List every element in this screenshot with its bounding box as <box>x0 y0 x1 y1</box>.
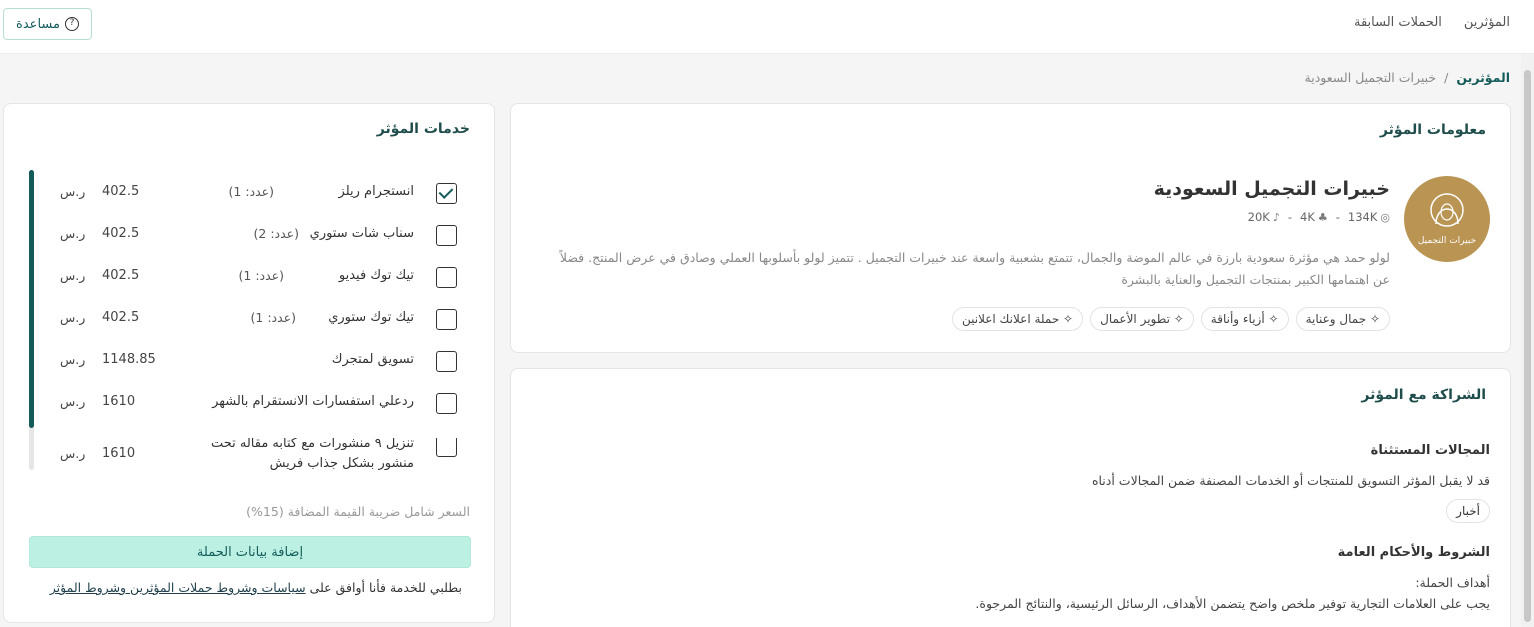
beauty-logo-icon <box>1430 193 1464 227</box>
terms-link[interactable]: سياسات وشروط حملات المؤثرين وشروط المؤثر <box>50 580 306 595</box>
page-scrollbar-thumb[interactable] <box>1524 70 1531 622</box>
service-count: (عدد: 2) <box>253 226 300 241</box>
service-name: تيك توك ستوري <box>328 310 414 325</box>
service-row[interactable]: انستجرام ريلز (عدد: 1) 402.5 ر.س <box>44 178 474 212</box>
terms-prefix: بطلبي للخدمة فأنا أوافق على <box>309 580 462 595</box>
stat-value: 134K <box>1347 210 1378 224</box>
stat-separator: - <box>1335 210 1340 224</box>
instagram-icon: ◎ <box>1380 210 1390 224</box>
service-currency: ر.س <box>60 394 86 409</box>
service-currency: ر.س <box>60 226 86 241</box>
tag-label: تطوير الأعمال <box>1100 312 1170 326</box>
service-currency: ر.س <box>60 310 86 325</box>
services-scroll-thumb[interactable] <box>29 170 34 428</box>
service-currency: ر.س <box>60 268 86 283</box>
nav-past-campaigns-link[interactable]: الحملات السابقة <box>1354 15 1442 30</box>
stat-separator: - <box>1287 210 1292 224</box>
influencer-stats: ◎ 134K - ♣ 4K - ♪ 20K <box>1248 210 1390 224</box>
service-price: 1610 <box>102 446 136 461</box>
service-checkbox[interactable] <box>436 393 457 414</box>
add-campaign-data-button[interactable]: إضافة بيانات الحملة <box>29 536 471 568</box>
tag-label: أزياء وأناقة <box>1210 312 1265 326</box>
help-label: مساعدة <box>16 16 60 32</box>
campaign-goals-label: أهداف الحملة: <box>1415 575 1490 590</box>
terms-agreement: بطلبي للخدمة فأنا أوافق على سياسات وشروط… <box>50 580 462 595</box>
service-count: (عدد: 1) <box>238 268 285 283</box>
tag-label: جمال وعناية <box>1305 312 1367 326</box>
partnership-title: الشراكة مع المؤثر <box>1361 387 1486 403</box>
service-name: سناب شات ستوري <box>309 226 414 241</box>
service-checkbox[interactable] <box>436 351 457 372</box>
service-price: 402.5 <box>102 310 140 325</box>
stat-value: 20K <box>1247 210 1270 224</box>
service-count: (عدد: 1) <box>250 310 297 325</box>
breadcrumb-separator: / <box>1444 70 1449 85</box>
services-title: خدمات المؤثر <box>376 121 470 137</box>
service-checkbox[interactable] <box>436 267 457 288</box>
tag[interactable]: ✧ جمال وعناية <box>1295 307 1390 331</box>
service-name: تيك توك فيديو <box>338 268 414 283</box>
service-price: 402.5 <box>102 268 140 283</box>
help-button[interactable]: ? مساعدة <box>3 8 92 40</box>
tag[interactable]: ✧ أزياء وأناقة <box>1200 307 1289 331</box>
service-name: تنزيل ٩ منشورات مع كتابه مقاله تحت منشور… <box>210 438 414 470</box>
question-icon: ? <box>64 17 79 31</box>
nav-influencers-link[interactable]: المؤثرين <box>1464 15 1510 30</box>
service-checkbox[interactable] <box>436 225 457 246</box>
service-row[interactable]: سناب شات ستوري (عدد: 2) 402.5 ر.س <box>44 220 474 254</box>
tag[interactable]: ✧ حملة اعلانك اعلانين <box>951 307 1084 331</box>
influencer-bio: لولو حمد هي مؤثرة سعودية بارزة في عالم ا… <box>559 250 1390 287</box>
stat-instagram: ◎ 134K <box>1348 210 1390 224</box>
snapchat-icon: ♣ <box>1317 210 1328 224</box>
tiktok-icon: ♪ <box>1272 210 1280 224</box>
service-name: ردعلي استفسارات الانستقرام بالشهر <box>212 394 414 409</box>
service-currency: ر.س <box>60 446 86 461</box>
service-price: 402.5 <box>102 226 140 241</box>
service-row[interactable]: ردعلي استفسارات الانستقرام بالشهر 1610 ر… <box>44 388 474 422</box>
stat-tiktok: ♪ 20K <box>1248 210 1280 224</box>
top-nav: المؤثرين الحملات السابقة <box>1354 15 1510 30</box>
partnership-card: الشراكة مع المؤثر المجالات المستثناة قد … <box>510 368 1511 627</box>
campaign-goals-text: يجب على العلامات التجارية توفير ملخص واض… <box>975 596 1490 611</box>
service-count: (عدد: 1) <box>228 184 275 199</box>
influencer-name: خبيرات التجميل السعودية <box>1153 178 1390 200</box>
tag-label: حملة اعلانك اعلانين <box>961 312 1060 326</box>
service-price: 1610 <box>102 394 136 409</box>
service-currency: ر.س <box>60 352 86 367</box>
stat-snapchat: ♣ 4K <box>1300 210 1328 224</box>
excluded-fields-label: المجالات المستثناة <box>1370 443 1490 458</box>
service-checkbox[interactable] <box>436 438 457 457</box>
excluded-fields-text: قد لا يقبل المؤثر التسويق للمنتجات أو ال… <box>1091 473 1490 488</box>
service-row[interactable]: تيك توك فيديو (عدد: 1) 402.5 ر.س <box>44 262 474 296</box>
service-name: تسويق لمتجرك <box>331 352 414 367</box>
influencer-info-card: معلومات المؤثر خبيرات التجميل خبيرات الت… <box>510 103 1511 353</box>
service-price: 402.5 <box>102 184 140 199</box>
breadcrumb-home[interactable]: المؤثرين <box>1456 70 1510 85</box>
service-checkbox[interactable] <box>436 309 457 330</box>
top-bar: المؤثرين الحملات السابقة ? مساعدة <box>0 0 1534 54</box>
breadcrumb-current: خبيرات التجميل السعودية <box>1304 70 1437 85</box>
service-row[interactable]: تنزيل ٩ منشورات مع كتابه مقاله تحت منشور… <box>44 438 474 472</box>
vat-note: السعر شامل ضريبة القيمة المضافة (15%) <box>246 504 470 519</box>
service-currency: ر.س <box>60 184 86 199</box>
avatar: خبيرات التجميل <box>1404 176 1490 262</box>
terms-label: الشروط والأحكام العامة <box>1337 545 1490 560</box>
services-card: خدمات المؤثر انستجرام ريلز (عدد: 1) 402.… <box>3 103 495 623</box>
avatar-text: خبيرات التجميل <box>1417 236 1477 246</box>
stat-value: 4K <box>1300 210 1315 224</box>
tag-list: ✧ جمال وعناية ✧ أزياء وأناقة ✧ تطوير الأ… <box>951 307 1390 331</box>
service-checkbox[interactable] <box>436 183 457 204</box>
tag[interactable]: ✧ تطوير الأعمال <box>1090 307 1194 331</box>
service-name: انستجرام ريلز <box>338 184 414 199</box>
breadcrumb: المؤثرين / خبيرات التجميل السعودية <box>1305 70 1510 85</box>
service-row[interactable]: تيك توك ستوري (عدد: 1) 402.5 ر.س <box>44 304 474 338</box>
service-row[interactable]: تسويق لمتجرك 1148.85 ر.س <box>44 346 474 380</box>
influencer-info-title: معلومات المؤثر <box>1379 122 1486 138</box>
excluded-chip: أخبار <box>1446 499 1490 523</box>
service-price: 1148.85 <box>102 352 156 367</box>
